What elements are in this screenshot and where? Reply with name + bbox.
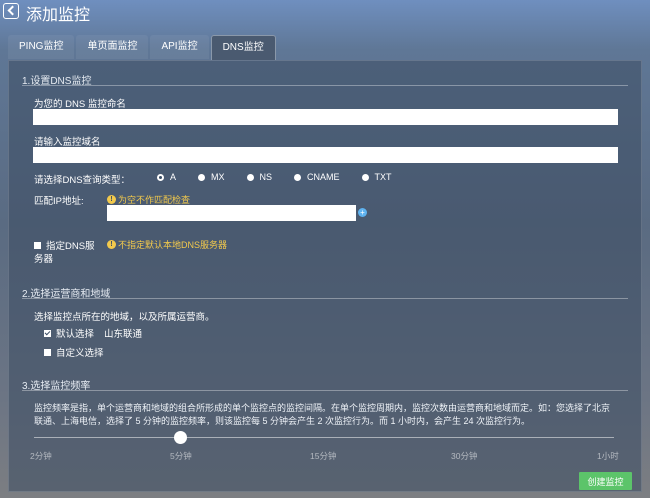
radio-txt[interactable]: TXT	[361, 172, 392, 182]
page-title: 添加监控	[26, 7, 91, 24]
tab-api[interactable]: API监控	[150, 35, 209, 59]
back-icon[interactable]	[3, 3, 19, 19]
specify-dns-checkbox-row[interactable]: 指定DNS服	[34, 238, 95, 252]
domain-label: 请输入监控域名	[34, 137, 101, 148]
custom-select-row[interactable]: 自定义选择	[44, 345, 104, 359]
tab-bar: PING监控 单页面监控 API监控 DNS监控	[8, 35, 278, 60]
radio-ns[interactable]: NS	[246, 172, 272, 182]
section-3-divider	[22, 390, 628, 391]
default-select-checkbox[interactable]	[44, 329, 51, 337]
radio-icon	[198, 173, 206, 181]
radio-mx[interactable]: MX	[198, 172, 225, 182]
frequency-slider-track[interactable]	[34, 437, 614, 438]
custom-select-checkbox[interactable]	[44, 348, 51, 356]
tick-2min: 2分钟	[30, 451, 52, 461]
specify-dns-hint: ! 不指定默认本地DNS服务器	[107, 238, 227, 251]
tab-single-page[interactable]: 单页面监控	[76, 35, 149, 59]
radio-a[interactable]: A	[157, 172, 176, 182]
radio-icon	[246, 173, 254, 181]
match-ip-label: 匹配IP地址:	[34, 196, 84, 207]
tick-15min: 15分钟	[310, 451, 337, 461]
default-region-value: 山东联通	[104, 329, 143, 340]
radio-icon	[361, 173, 369, 181]
warning-icon: !	[107, 240, 116, 249]
tick-1hour: 1小时	[597, 451, 619, 461]
query-type-label: 请选择DNS查询类型：	[34, 175, 131, 186]
tick-5min: 5分钟	[170, 451, 192, 461]
top-bar: 添加监控	[0, 0, 650, 26]
default-select-row[interactable]: 默认选择 山东联通	[44, 326, 142, 340]
query-type-radio-group: A MX NS CNAME TXT	[157, 172, 414, 182]
radio-selected-icon	[157, 173, 164, 181]
add-ip-plus-icon[interactable]: +	[358, 208, 367, 217]
section-1-divider	[22, 85, 628, 86]
radio-cname[interactable]: CNAME	[294, 172, 340, 182]
monitor-name-label: 为您的 DNS 监控命名	[34, 99, 126, 110]
specify-dns-label-cont: 务器	[34, 254, 54, 265]
section-2-divider	[22, 298, 628, 299]
warning-icon: !	[107, 195, 116, 204]
radio-icon	[294, 173, 302, 181]
match-ip-input[interactable]	[107, 205, 356, 221]
region-desc: 选择监控点所在的地域，以及所属运营商。	[34, 312, 215, 323]
frequency-desc: 监控频率是指，单个运营商和地域的组合所形成的单个监控点的监控间隔。在单个监控周期…	[34, 403, 611, 426]
tick-30min: 30分钟	[451, 451, 478, 461]
specify-dns-checkbox[interactable]	[34, 241, 41, 249]
domain-input[interactable]	[33, 147, 618, 163]
monitor-name-input[interactable]	[33, 109, 618, 125]
create-monitor-button[interactable]: 创建监控	[579, 472, 632, 490]
tab-dns[interactable]: DNS监控	[210, 35, 276, 60]
tab-ping[interactable]: PING监控	[8, 35, 75, 59]
frequency-slider-handle[interactable]	[174, 431, 187, 444]
